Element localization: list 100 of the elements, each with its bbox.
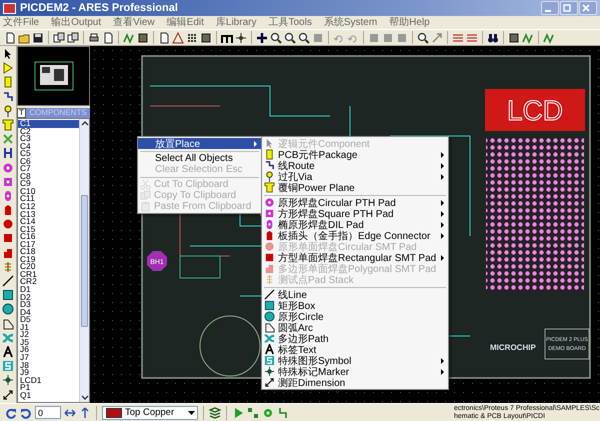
- menu-item[interactable]: 多边形Path: [262, 333, 448, 344]
- menu-item[interactable]: 工具Tools: [268, 16, 312, 28]
- rotate-counterclockwise-icon[interactable]: [20, 406, 32, 418]
- component-list-item[interactable]: CR2: [18, 278, 79, 286]
- component-list-item[interactable]: CR1: [18, 270, 79, 278]
- component-list-item[interactable]: C17: [18, 240, 79, 248]
- text-icon[interactable]: [2, 346, 14, 358]
- component-list-item[interactable]: D1: [18, 286, 79, 294]
- pad-stack-icon[interactable]: [2, 260, 14, 273]
- menu-item[interactable]: 帮助Help: [389, 16, 430, 28]
- menu-item[interactable]: 过孔Via: [262, 171, 448, 182]
- menu-item[interactable]: PCB元件Package: [262, 149, 448, 160]
- component-list-item[interactable]: J6: [18, 346, 79, 354]
- arc-icon[interactable]: [2, 318, 14, 330]
- triangle-icon[interactable]: [2, 62, 14, 74]
- new-page-icon[interactable]: [4, 32, 16, 44]
- dimension-icon[interactable]: [2, 388, 14, 400]
- marker-icon[interactable]: [2, 374, 14, 386]
- circle-pad-icon[interactable]: [2, 162, 14, 174]
- square-pad-icon[interactable]: [2, 176, 14, 188]
- component-list-item[interactable]: J5: [18, 338, 79, 346]
- track-icon[interactable]: [2, 90, 14, 103]
- menu-item[interactable]: 线Route: [262, 160, 448, 171]
- h-letter-icon[interactable]: [2, 147, 14, 160]
- menu-item[interactable]: 特殊图形Symbol: [262, 355, 448, 366]
- menu-item[interactable]: 查看View: [113, 16, 155, 28]
- grid-icon[interactable]: [186, 32, 198, 44]
- rotate-clockwise-icon[interactable]: [5, 406, 17, 418]
- component-list-item[interactable]: D2: [18, 294, 79, 302]
- menu-item[interactable]: 矩形Box: [262, 300, 448, 311]
- component-list-item[interactable]: J1: [18, 324, 79, 332]
- printer-icon[interactable]: [88, 32, 100, 44]
- tab-button[interactable]: T: [17, 108, 26, 118]
- component-list-item[interactable]: J9: [18, 369, 79, 377]
- zoom-out-icon[interactable]: [284, 32, 296, 44]
- menu-item[interactable]: 输出Output: [51, 16, 102, 28]
- box-icon[interactable]: [2, 289, 14, 302]
- circle-icon[interactable]: [2, 303, 14, 316]
- triangle-icon[interactable]: [172, 32, 184, 44]
- wires-icon[interactable]: [452, 32, 464, 44]
- component-list-item[interactable]: Q1: [18, 392, 79, 400]
- menu-item[interactable]: 覆铜Power Plane: [262, 182, 448, 193]
- zoom-in-icon[interactable]: [270, 32, 282, 44]
- menu-item[interactable]: Select All Objects: [138, 153, 261, 164]
- component-list-item[interactable]: C9: [18, 180, 79, 188]
- pan-icon[interactable]: [256, 32, 268, 44]
- component-list-item[interactable]: LCD1: [18, 376, 79, 384]
- component-list-item[interactable]: C7: [18, 165, 79, 173]
- component-list-item[interactable]: P1: [18, 384, 79, 392]
- component-list-item[interactable]: C10: [18, 188, 79, 196]
- power-plane-icon[interactable]: [2, 118, 14, 131]
- open-folder-icon[interactable]: [18, 32, 30, 44]
- page-icon[interactable]: [102, 32, 114, 44]
- component-list-item[interactable]: C1: [18, 120, 79, 128]
- component-list-item[interactable]: J8: [18, 362, 79, 370]
- menu-item[interactable]: 系统System: [324, 16, 378, 28]
- menu-item[interactable]: 原形焊盘Circular PTH Pad: [262, 197, 448, 208]
- component-list-item[interactable]: D3: [18, 301, 79, 309]
- mirror-horizontal-icon[interactable]: [64, 406, 76, 418]
- polygon-smd-icon[interactable]: [2, 246, 14, 259]
- menu-item[interactable]: 圆弧Arc: [262, 322, 448, 333]
- wiring-icon[interactable]: [123, 32, 135, 44]
- menu-item[interactable]: 方型单面焊盘Rectangular SMT Pad: [262, 252, 448, 263]
- play-icon[interactable]: [232, 406, 244, 418]
- component-list-item[interactable]: C16: [18, 233, 79, 241]
- route-icon[interactable]: [247, 406, 259, 418]
- board-overview[interactable]: [17, 46, 90, 106]
- layers-icon[interactable]: [209, 406, 221, 418]
- component-list-item[interactable]: C13: [18, 210, 79, 218]
- component-list-item[interactable]: D5: [18, 316, 79, 324]
- track-icon[interactable]: [277, 406, 289, 418]
- menu-item[interactable]: 放置Place: [138, 138, 261, 149]
- menu-item[interactable]: 线Line: [262, 289, 448, 300]
- edge-connector-icon[interactable]: [2, 204, 14, 216]
- oval-pad-icon[interactable]: [2, 190, 14, 202]
- page-icon[interactable]: [158, 32, 170, 44]
- select-arrow-icon[interactable]: [2, 48, 14, 60]
- component-list-item[interactable]: C6: [18, 158, 79, 166]
- square-smd-icon[interactable]: [2, 232, 14, 244]
- component-list-item[interactable]: C8: [18, 172, 79, 180]
- menu-item[interactable]: 板插头（金手指）Edge Connector: [262, 230, 448, 241]
- component-list-item[interactable]: C15: [18, 226, 79, 234]
- component-list-item[interactable]: C3: [18, 135, 79, 143]
- binoculars-icon[interactable]: [487, 32, 499, 44]
- save-icon[interactable]: [32, 32, 44, 44]
- wiring-icon[interactable]: [522, 32, 534, 44]
- component-list-item[interactable]: D4: [18, 308, 79, 316]
- circle-smd-icon[interactable]: [2, 218, 14, 230]
- line-icon[interactable]: [2, 275, 14, 287]
- menu-item[interactable]: 标签Text: [262, 344, 448, 355]
- menu-item[interactable]: 文件File: [3, 16, 40, 28]
- menu-item[interactable]: 特殊标记Marker: [262, 366, 448, 377]
- scrollbar-thumb[interactable]: [81, 194, 88, 326]
- component-list-item[interactable]: C12: [18, 203, 79, 211]
- copy-icon[interactable]: [67, 32, 79, 44]
- menu-item[interactable]: 原形Circle: [262, 311, 448, 322]
- circle-pad-icon[interactable]: [262, 406, 274, 418]
- via-icon[interactable]: [2, 104, 14, 117]
- component-list-item[interactable]: C4: [18, 142, 79, 150]
- component-list-item[interactable]: C18: [18, 248, 79, 256]
